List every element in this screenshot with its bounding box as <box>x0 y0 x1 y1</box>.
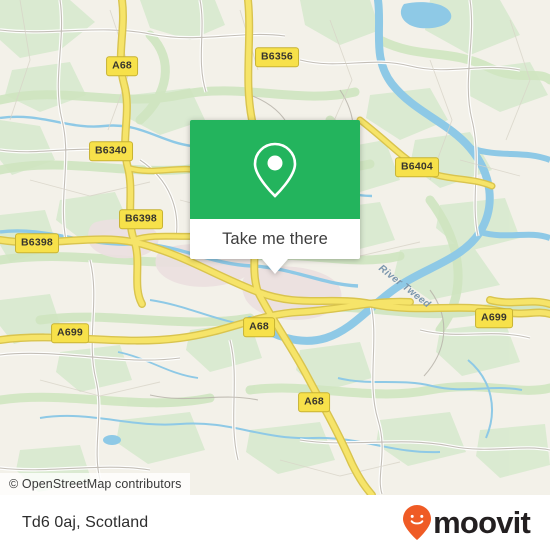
popup-icon-area <box>190 120 360 219</box>
map-pin-icon <box>253 142 297 198</box>
popup-action-area[interactable]: Take me there <box>190 219 360 259</box>
map-attribution[interactable]: © OpenStreetMap contributors <box>0 473 190 495</box>
road-shield-b6398-west[interactable]: B6398 <box>15 233 59 253</box>
road-shield-b6398-east[interactable]: B6398 <box>119 209 163 229</box>
moovit-map-screen: B6356 A68 B6340 B6404 B6398 B6398 A699 A… <box>0 0 550 550</box>
location-address: Td6 0aj, Scotland <box>22 513 149 531</box>
moovit-brand[interactable]: moovit <box>403 504 531 541</box>
take-me-there-popup[interactable]: Take me there <box>190 120 360 274</box>
road-shield-b6404[interactable]: B6404 <box>395 157 439 177</box>
moovit-wordmark: moovit <box>433 505 531 540</box>
road-shield-a68-south[interactable]: A68 <box>298 392 330 412</box>
road-shield-a699-west[interactable]: A699 <box>51 323 89 343</box>
map-pond <box>103 435 121 445</box>
road-shield-b6356[interactable]: B6356 <box>255 47 299 67</box>
road-shield-a68-north[interactable]: A68 <box>106 56 138 76</box>
road-shield-a699-east[interactable]: A699 <box>475 308 513 328</box>
take-me-there-label: Take me there <box>222 229 328 248</box>
road-shield-b6340[interactable]: B6340 <box>89 141 133 161</box>
moovit-smiley-pin-icon <box>403 504 432 540</box>
road-shield-a68-mid[interactable]: A68 <box>243 317 275 337</box>
map-canvas[interactable]: B6356 A68 B6340 B6404 B6398 B6398 A699 A… <box>0 0 550 495</box>
popup-tail <box>262 259 288 274</box>
footer-bar: Td6 0aj, Scotland moovit <box>0 495 550 550</box>
